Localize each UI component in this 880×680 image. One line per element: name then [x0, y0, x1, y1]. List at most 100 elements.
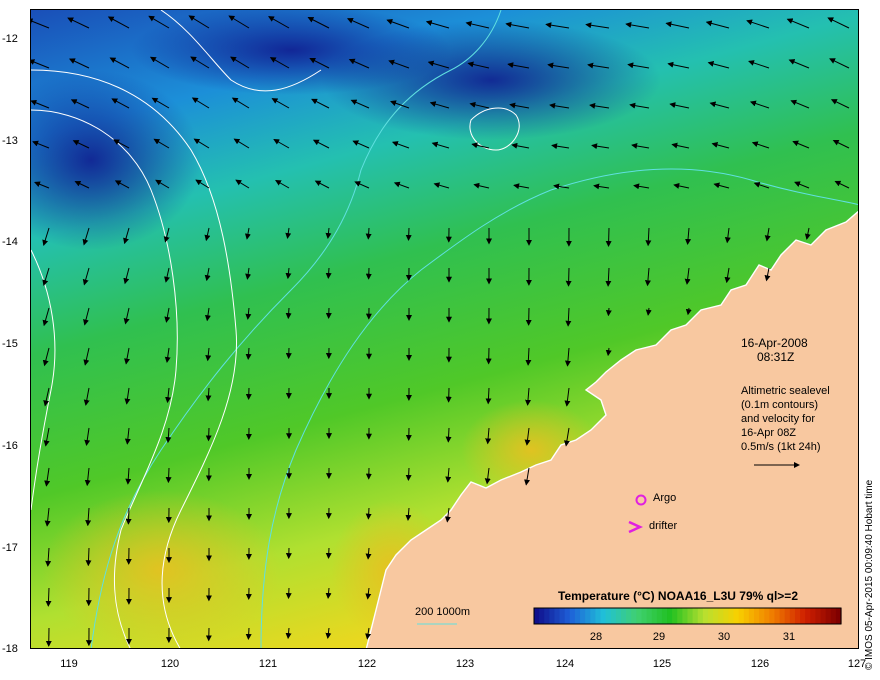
- velocity-scale-label: 0.5m/s (1kt 24h): [741, 441, 821, 453]
- colorbar-cell: [620, 608, 627, 624]
- colorbar-cell: [764, 608, 770, 624]
- colorbar-cell: [794, 608, 801, 624]
- colorbar-cell: [825, 608, 832, 624]
- colorbar-cell: [697, 608, 704, 624]
- altimetry-note-line-2: (0.1m contours): [741, 399, 819, 411]
- depth-legend-label: 200 1000m: [415, 606, 471, 618]
- colorbar-cell: [738, 608, 745, 624]
- argo-label: Argo: [653, 492, 677, 504]
- colorbar-cell: [748, 608, 755, 624]
- latitude-tick-label: -17: [2, 542, 18, 554]
- date-label: 16-Apr-2008: [741, 336, 808, 350]
- altimetry-note-line-3: and velocity for: [741, 413, 815, 425]
- velocity-arrow: [325, 547, 332, 559]
- velocity-arrow: [325, 267, 332, 279]
- velocity-arrow: [605, 227, 612, 247]
- colorbar-cell: [830, 608, 837, 624]
- colorbar-cell: [656, 608, 663, 624]
- colorbar-cell: [702, 608, 709, 624]
- credit-text: © IMOS 05-Apr-2015 00:09:40 Hobart time: [864, 479, 875, 670]
- colorbar-cell: [672, 608, 678, 624]
- colorbar-cell: [815, 608, 822, 624]
- colorbar: [533, 607, 842, 625]
- colorbar-cell: [549, 608, 556, 624]
- colorbar-cell: [580, 608, 586, 624]
- colorbar-cell: [605, 608, 612, 624]
- time-label: 08:31Z: [757, 350, 795, 364]
- velocity-arrow: [285, 307, 292, 320]
- latitude-tick-label: -12: [2, 33, 18, 45]
- velocity-arrow: [365, 227, 372, 240]
- colorbar-cell: [661, 608, 668, 624]
- colorbar-cell: [595, 608, 602, 624]
- colorbar-cell: [733, 608, 740, 624]
- longitude-tick-label: 122: [357, 658, 377, 670]
- colorbar-cell: [590, 608, 596, 624]
- colorbar-cell: [769, 608, 776, 624]
- velocity-arrow: [165, 467, 172, 484]
- colorbar-cell: [779, 608, 786, 624]
- velocity-arrow: [45, 587, 52, 607]
- colorbar-tick-label: 30: [717, 631, 731, 643]
- longitude-tick-label: 126: [750, 658, 770, 670]
- velocity-arrow: [565, 267, 572, 287]
- colorbar-cell: [626, 608, 632, 624]
- velocity-arrow: [245, 627, 252, 640]
- colorbar-cell: [631, 608, 637, 624]
- sst-map: [31, 10, 858, 648]
- colorbar-tick-label: 29: [652, 631, 666, 643]
- colorbar-cell: [569, 608, 576, 624]
- latitude-tick-label: -18: [2, 643, 18, 655]
- velocity-arrow: [85, 547, 92, 567]
- latitude-tick-label: -16: [2, 440, 18, 452]
- longitude-tick-label: 125: [652, 658, 672, 670]
- velocity-arrow: [125, 507, 132, 525]
- colorbar-cell: [718, 608, 724, 624]
- colorbar-cell: [682, 608, 689, 624]
- drifter-label: drifter: [649, 520, 678, 532]
- colorbar-cell: [774, 608, 781, 624]
- colorbar-cell: [646, 608, 653, 624]
- colorbar-title: Temperature (°C) NOAA16_L3U 79% ql>=2: [558, 589, 798, 603]
- colorbar-cell: [692, 608, 699, 624]
- longitude-tick-label: 121: [258, 658, 278, 670]
- colorbar-cell: [687, 608, 694, 624]
- colorbar-cell: [800, 608, 806, 624]
- longitude-tick-label: 123: [455, 658, 475, 670]
- colorbar-cell: [574, 608, 581, 624]
- velocity-arrow: [205, 427, 212, 442]
- velocity-arrow: [605, 307, 612, 317]
- colorbar-cell: [651, 608, 658, 624]
- longitude-tick-label: 124: [555, 658, 575, 670]
- colorbar-cell: [728, 608, 735, 624]
- colorbar-cell: [636, 608, 643, 624]
- warm-water-southwest: [41, 490, 281, 648]
- colorbar-cell: [534, 608, 540, 624]
- colorbar-cell: [677, 608, 683, 624]
- colorbar-tick-label: 28: [589, 631, 603, 643]
- latitude-tick-label: -15: [2, 338, 18, 350]
- latitude-tick-label: -13: [2, 135, 18, 147]
- colorbar-cell: [759, 608, 765, 624]
- colorbar-cell: [713, 608, 719, 624]
- altimetry-note-line-4: 16-Apr 08Z: [741, 427, 797, 439]
- colorbar-cell: [707, 608, 714, 624]
- velocity-arrow: [365, 507, 372, 520]
- colorbar-cell: [539, 608, 545, 624]
- colorbar-cell: [743, 608, 750, 624]
- colorbar-cell: [559, 608, 566, 624]
- velocity-arrow: [405, 467, 412, 481]
- colorbar-cell: [789, 608, 796, 624]
- map-area: 16-Apr-2008 08:31Z Altimetric sealevel (…: [30, 9, 859, 649]
- colorbar-cell: [805, 608, 811, 624]
- colorbar-cell: [585, 608, 591, 624]
- altimetry-note-line-1: Altimetric sealevel: [741, 385, 830, 397]
- longitude-tick-label: 119: [60, 658, 78, 670]
- colorbar-cell: [615, 608, 622, 624]
- longitude-tick-label: 120: [160, 658, 180, 670]
- velocity-arrow: [285, 587, 292, 600]
- colorbar-cell: [754, 608, 760, 624]
- colorbar-cell: [784, 608, 791, 624]
- colorbar-cell: [600, 608, 607, 624]
- velocity-arrow: [405, 227, 412, 241]
